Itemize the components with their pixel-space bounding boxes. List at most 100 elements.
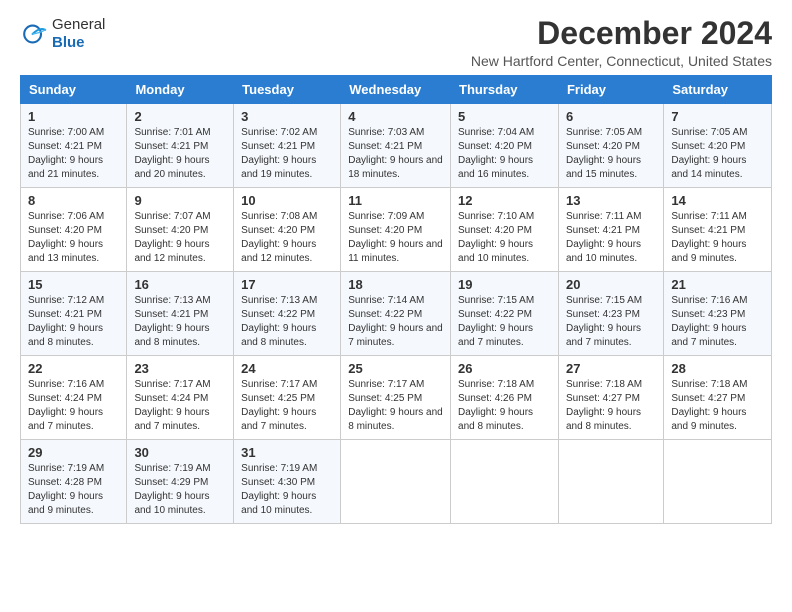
day-number: 5: [458, 109, 551, 124]
day-number: 11: [348, 193, 443, 208]
col-header-sunday: Sunday: [21, 76, 127, 104]
day-info: Sunrise: 7:04 AMSunset: 4:20 PMDaylight:…: [458, 126, 551, 182]
day-number: 30: [134, 445, 226, 460]
month-title: December 2024: [471, 16, 772, 51]
week-row: 8Sunrise: 7:06 AMSunset: 4:20 PMDaylight…: [21, 188, 772, 272]
calendar-cell: 5 Sunrise: 7:04 AMSunset: 4:20 PMDaylight…: [451, 104, 559, 188]
day-info: Sunrise: 7:05 AMSunset: 4:20 PMDaylight:…: [671, 126, 764, 182]
title-block: December 2024 New Hartford Center, Conne…: [471, 16, 772, 69]
calendar-cell: 9 Sunrise: 7:07 AMSunset: 4:20 PMDaylight…: [127, 188, 234, 272]
calendar-cell: 21Sunrise: 7:16 AMSunset: 4:23 PMDayligh…: [664, 272, 772, 356]
calendar-cell: 10 Sunrise: 7:08 AMSunset: 4:20 PMDayligh…: [234, 188, 341, 272]
day-info: Sunrise: 7:12 AMSunset: 4:21 PMDaylight:…: [28, 294, 119, 350]
week-row: 15Sunrise: 7:12 AMSunset: 4:21 PMDayligh…: [21, 272, 772, 356]
day-info: Sunrise: 7:05 AMSunset: 4:20 PMDaylight:…: [566, 126, 656, 182]
day-number: 22: [28, 361, 119, 376]
header-row: SundayMondayTuesdayWednesdayThursdayFrid…: [21, 76, 772, 104]
day-info: Sunrise: 7:02 AMSunset: 4:21 PMDaylight:…: [241, 126, 333, 182]
calendar-cell: 1Sunrise: 7:00 AMSunset: 4:21 PMDaylight…: [21, 104, 127, 188]
logo-blue: Blue: [52, 34, 105, 52]
day-number: 2: [134, 109, 226, 124]
col-header-monday: Monday: [127, 76, 234, 104]
calendar-cell: [451, 440, 559, 524]
day-info: Sunrise: 7:13 AMSunset: 4:22 PMDaylight:…: [241, 294, 333, 350]
day-info: Sunrise: 7:01 AMSunset: 4:21 PMDaylight:…: [134, 126, 226, 182]
calendar-cell: 29 Sunrise: 7:19 AMSunset: 4:28 PMDayligh…: [21, 440, 127, 524]
calendar-cell: 26Sunrise: 7:18 AMSunset: 4:26 PMDayligh…: [451, 356, 559, 440]
day-info: Sunrise: 7:16 AMSunset: 4:24 PMDaylight:…: [28, 378, 119, 434]
day-info: Sunrise: 7:18 AMSunset: 4:27 PMDaylight:…: [566, 378, 656, 434]
calendar-cell: 17 Sunrise: 7:13 AMSunset: 4:22 PMDayligh…: [234, 272, 341, 356]
calendar-cell: 7 Sunrise: 7:05 AMSunset: 4:20 PMDaylight…: [664, 104, 772, 188]
calendar-cell: 23 Sunrise: 7:17 AMSunset: 4:24 PMDayligh…: [127, 356, 234, 440]
day-number: 13: [566, 193, 656, 208]
calendar-cell: 15Sunrise: 7:12 AMSunset: 4:21 PMDayligh…: [21, 272, 127, 356]
day-info: Sunrise: 7:15 AMSunset: 4:22 PMDaylight:…: [458, 294, 551, 350]
page-header: General Blue December 2024 New Hartford …: [20, 16, 772, 69]
day-info: Sunrise: 7:19 AMSunset: 4:28 PMDaylight:…: [28, 462, 119, 518]
day-number: 26: [458, 361, 551, 376]
calendar-cell: 16Sunrise: 7:13 AMSunset: 4:21 PMDayligh…: [127, 272, 234, 356]
col-header-saturday: Saturday: [664, 76, 772, 104]
day-number: 4: [348, 109, 443, 124]
calendar-cell: 6 Sunrise: 7:05 AMSunset: 4:20 PMDaylight…: [558, 104, 663, 188]
day-info: Sunrise: 7:11 AMSunset: 4:21 PMDaylight:…: [671, 210, 764, 266]
calendar-cell: 22 Sunrise: 7:16 AMSunset: 4:24 PMDayligh…: [21, 356, 127, 440]
logo-icon: [20, 20, 48, 48]
calendar-cell: 24Sunrise: 7:17 AMSunset: 4:25 PMDayligh…: [234, 356, 341, 440]
day-number: 6: [566, 109, 656, 124]
day-number: 29: [28, 445, 119, 460]
day-info: Sunrise: 7:15 AMSunset: 4:23 PMDaylight:…: [566, 294, 656, 350]
calendar-cell: [341, 440, 451, 524]
calendar-cell: 25 Sunrise: 7:17 AMSunset: 4:25 PMDayligh…: [341, 356, 451, 440]
day-info: Sunrise: 7:17 AMSunset: 4:25 PMDaylight:…: [241, 378, 333, 434]
day-number: 8: [28, 193, 119, 208]
calendar-cell: 3 Sunrise: 7:02 AMSunset: 4:21 PMDaylight…: [234, 104, 341, 188]
day-info: Sunrise: 7:00 AMSunset: 4:21 PMDaylight:…: [28, 126, 119, 182]
day-number: 17: [241, 277, 333, 292]
day-info: Sunrise: 7:14 AMSunset: 4:22 PMDaylight:…: [348, 294, 443, 350]
day-number: 31: [241, 445, 333, 460]
day-number: 14: [671, 193, 764, 208]
day-info: Sunrise: 7:10 AMSunset: 4:20 PMDaylight:…: [458, 210, 551, 266]
calendar-cell: 31 Sunrise: 7:19 AMSunset: 4:30 PMDayligh…: [234, 440, 341, 524]
location: New Hartford Center, Connecticut, United…: [471, 53, 772, 69]
week-row: 29 Sunrise: 7:19 AMSunset: 4:28 PMDayligh…: [21, 440, 772, 524]
logo-text: General Blue: [52, 16, 105, 52]
calendar-cell: [664, 440, 772, 524]
calendar-cell: 18Sunrise: 7:14 AMSunset: 4:22 PMDayligh…: [341, 272, 451, 356]
day-info: Sunrise: 7:08 AMSunset: 4:20 PMDaylight:…: [241, 210, 333, 266]
day-info: Sunrise: 7:19 AMSunset: 4:30 PMDaylight:…: [241, 462, 333, 518]
calendar-table: SundayMondayTuesdayWednesdayThursdayFrid…: [20, 75, 772, 524]
calendar-cell: 2 Sunrise: 7:01 AMSunset: 4:21 PMDaylight…: [127, 104, 234, 188]
day-number: 19: [458, 277, 551, 292]
day-info: Sunrise: 7:03 AMSunset: 4:21 PMDaylight:…: [348, 126, 443, 182]
day-info: Sunrise: 7:19 AMSunset: 4:29 PMDaylight:…: [134, 462, 226, 518]
calendar-cell: 13Sunrise: 7:11 AMSunset: 4:21 PMDayligh…: [558, 188, 663, 272]
calendar-cell: 27 Sunrise: 7:18 AMSunset: 4:27 PMDayligh…: [558, 356, 663, 440]
calendar-cell: 11 Sunrise: 7:09 AMSunset: 4:20 PMDayligh…: [341, 188, 451, 272]
day-number: 27: [566, 361, 656, 376]
day-info: Sunrise: 7:07 AMSunset: 4:20 PMDaylight:…: [134, 210, 226, 266]
day-number: 20: [566, 277, 656, 292]
calendar-cell: 12Sunrise: 7:10 AMSunset: 4:20 PMDayligh…: [451, 188, 559, 272]
day-info: Sunrise: 7:13 AMSunset: 4:21 PMDaylight:…: [134, 294, 226, 350]
week-row: 1Sunrise: 7:00 AMSunset: 4:21 PMDaylight…: [21, 104, 772, 188]
col-header-tuesday: Tuesday: [234, 76, 341, 104]
day-number: 10: [241, 193, 333, 208]
day-number: 9: [134, 193, 226, 208]
day-info: Sunrise: 7:18 AMSunset: 4:27 PMDaylight:…: [671, 378, 764, 434]
day-info: Sunrise: 7:17 AMSunset: 4:25 PMDaylight:…: [348, 378, 443, 434]
calendar-cell: [558, 440, 663, 524]
day-number: 3: [241, 109, 333, 124]
col-header-friday: Friday: [558, 76, 663, 104]
day-number: 7: [671, 109, 764, 124]
logo-general: General: [52, 16, 105, 34]
day-info: Sunrise: 7:17 AMSunset: 4:24 PMDaylight:…: [134, 378, 226, 434]
day-info: Sunrise: 7:09 AMSunset: 4:20 PMDaylight:…: [348, 210, 443, 266]
day-number: 21: [671, 277, 764, 292]
day-number: 25: [348, 361, 443, 376]
calendar-cell: 30 Sunrise: 7:19 AMSunset: 4:29 PMDayligh…: [127, 440, 234, 524]
day-number: 23: [134, 361, 226, 376]
col-header-wednesday: Wednesday: [341, 76, 451, 104]
